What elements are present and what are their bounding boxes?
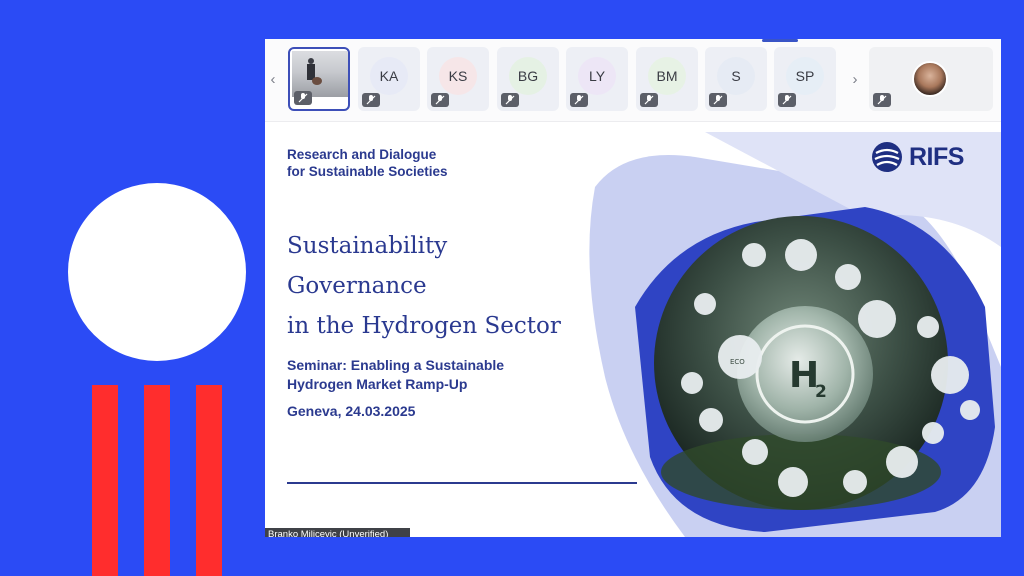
- avatar: BM: [648, 57, 686, 95]
- shared-slide: H 2 ECO Research and Dialogue for Sustai…: [265, 127, 1001, 537]
- participant-tile[interactable]: BG: [497, 47, 559, 111]
- hydrogen-graphic: H 2 ECO: [589, 132, 1001, 537]
- mic-off-icon: [778, 93, 796, 107]
- mic-off-icon: [709, 93, 727, 107]
- avatar: KA: [370, 57, 408, 95]
- avatar: KS: [439, 57, 477, 95]
- avatar: SP: [786, 57, 824, 95]
- decorative-red-bar: [144, 385, 170, 576]
- participant-tile[interactable]: BM: [636, 47, 698, 111]
- mic-off-icon: [570, 93, 588, 107]
- participant-tile[interactable]: LY: [566, 47, 628, 111]
- svg-text:ECO: ECO: [730, 358, 745, 366]
- participant-tile[interactable]: [869, 47, 993, 111]
- mic-off-icon: [431, 93, 449, 107]
- mic-off-icon: [873, 93, 891, 107]
- participant-strip: ‹ KA KS BG LY BM S SP ›: [265, 39, 1001, 122]
- avatar: BG: [509, 57, 547, 95]
- event-date: Geneva, 24.03.2025: [287, 403, 416, 419]
- slide-title-line: in the Hydrogen Sector: [287, 313, 561, 339]
- slide-title-line: Governance: [287, 273, 427, 299]
- meeting-window: ‹ KA KS BG LY BM S SP › H 2 ECO Research…: [265, 39, 1001, 537]
- decorative-red-bar: [196, 385, 222, 576]
- organization-name: Research and Dialogue for Sustainable So…: [287, 147, 448, 179]
- active-indicator: [762, 39, 798, 42]
- participant-tile[interactable]: SP: [774, 47, 836, 111]
- slide-title-line: Sustainability: [287, 233, 448, 259]
- chevron-left-icon[interactable]: ‹: [265, 69, 281, 89]
- decorative-circle: [68, 183, 246, 361]
- rifs-logo-text: RIFS: [909, 142, 964, 171]
- mic-off-icon: [640, 93, 658, 107]
- participant-tile[interactable]: S: [705, 47, 767, 111]
- svg-text:2: 2: [815, 382, 827, 402]
- speaker-name-tag: Branko Milicevic (Unverified): [265, 528, 410, 537]
- divider: [287, 482, 637, 484]
- participant-tile[interactable]: KA: [358, 47, 420, 111]
- mic-off-icon: [362, 93, 380, 107]
- participant-photo: [912, 61, 948, 97]
- chevron-right-icon[interactable]: ›: [847, 69, 863, 89]
- decorative-red-bar: [92, 385, 118, 576]
- seminar-subtitle: Seminar: Enabling a Sustainable Hydrogen…: [287, 357, 505, 392]
- rifs-logo: RIFS: [871, 141, 964, 173]
- avatar: S: [717, 57, 755, 95]
- mic-off-icon: [501, 93, 519, 107]
- mic-off-icon: [294, 91, 312, 105]
- participant-tile[interactable]: [288, 47, 350, 111]
- globe-icon: [872, 142, 902, 172]
- avatar: LY: [578, 57, 616, 95]
- participant-tile[interactable]: KS: [427, 47, 489, 111]
